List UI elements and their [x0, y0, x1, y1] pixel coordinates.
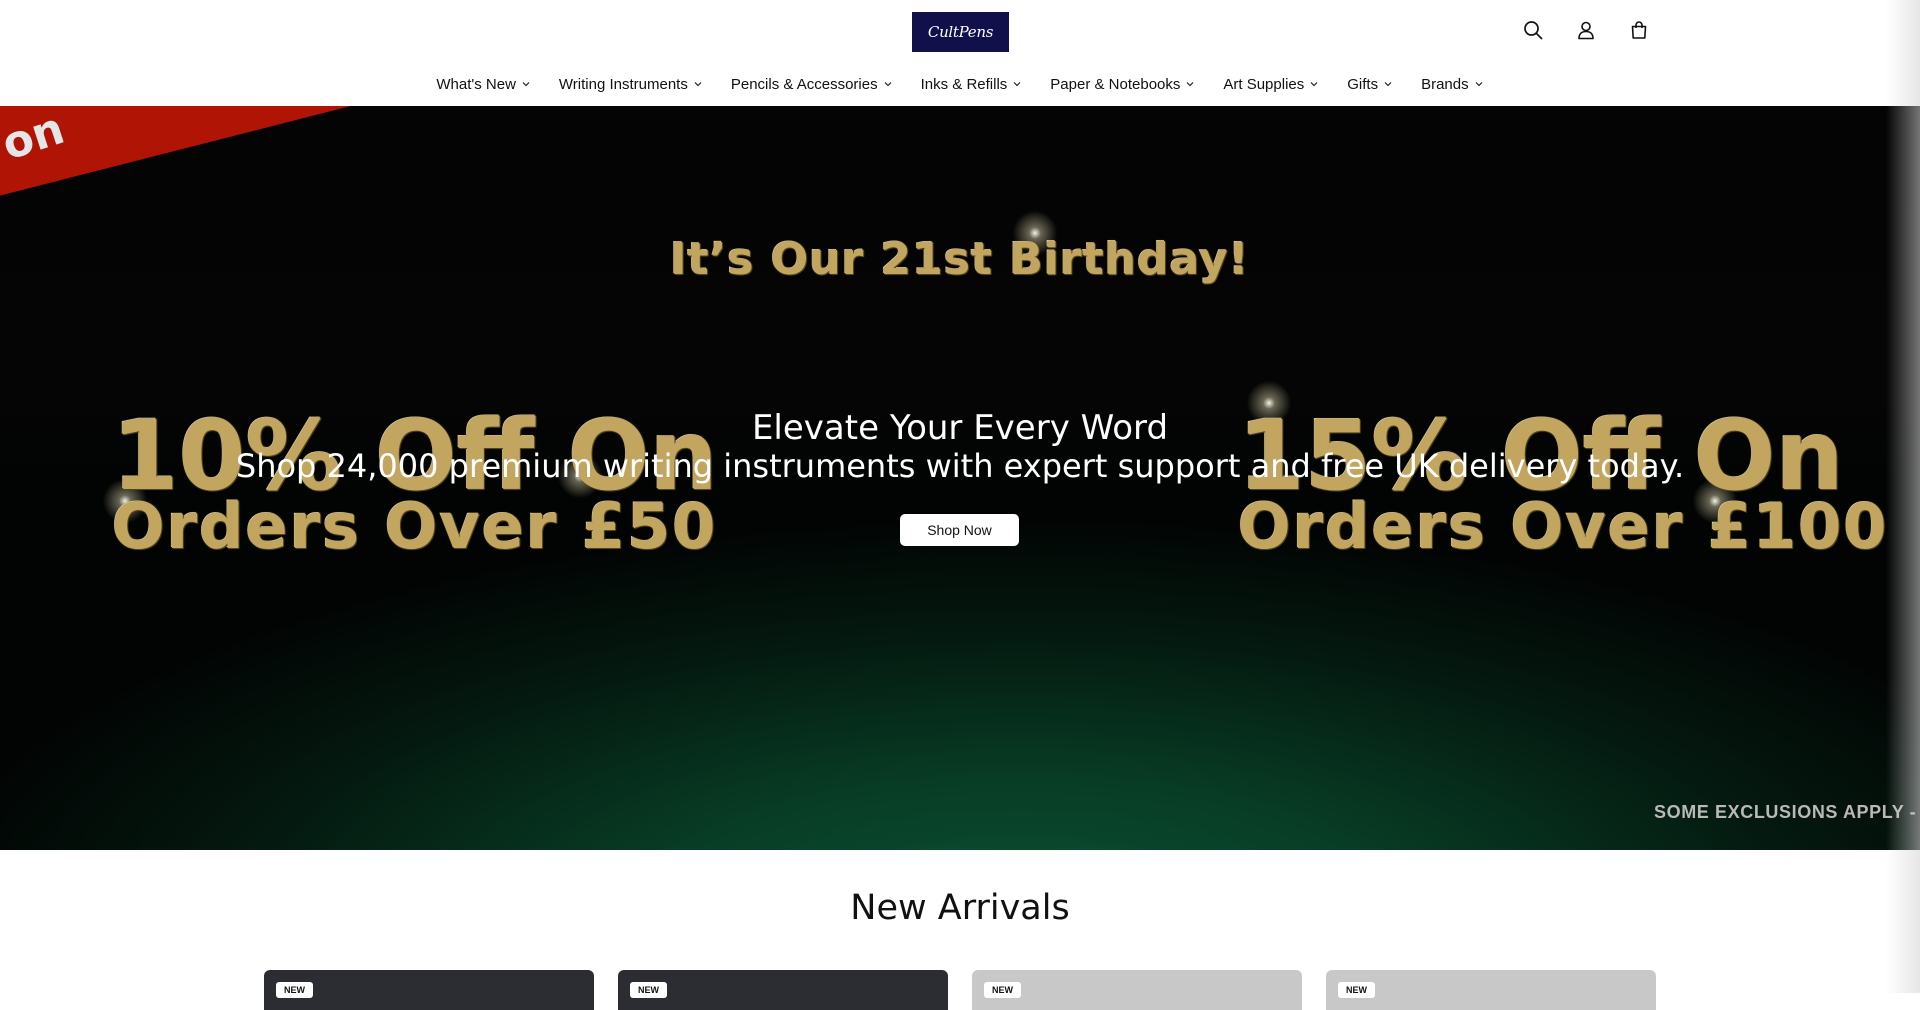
chevron-down-icon	[1012, 79, 1022, 89]
account-icon[interactable]	[1575, 19, 1597, 41]
nav-item-gifts[interactable]: Gifts	[1347, 76, 1393, 93]
nav-item-whats-new[interactable]: What's New	[436, 76, 531, 93]
product-card[interactable]: NEW	[618, 970, 948, 1010]
left-promo-line2: Orders Over £50	[112, 490, 718, 563]
hero-title: Elevate Your Every Word	[751, 408, 1169, 448]
birthday-heading: It’s Our 21st Birthday!	[670, 234, 1250, 285]
new-badge: NEW	[984, 982, 1021, 998]
chevron-down-icon	[693, 79, 703, 89]
nav-item-art-supplies[interactable]: Art Supplies	[1223, 76, 1319, 93]
chevron-down-icon	[1185, 79, 1195, 89]
chevron-down-icon	[521, 79, 531, 89]
nav-item-inks-refills[interactable]: Inks & Refills	[921, 76, 1023, 93]
nav-item-label: Inks & Refills	[920, 75, 1008, 93]
cart-icon[interactable]	[1628, 19, 1650, 41]
main-nav: What's New Writing Instruments Pencils &…	[0, 72, 1920, 96]
chevron-down-icon	[1309, 79, 1319, 89]
product-card-list: NEW NEW NEW NEW	[264, 970, 1656, 1010]
product-card[interactable]: NEW	[264, 970, 594, 1010]
nav-item-label: Art Supplies	[1223, 75, 1305, 93]
exclusions-note: SOME EXCLUSIONS APPLY -	[1654, 802, 1917, 822]
new-badge: NEW	[1338, 982, 1375, 998]
logo[interactable]: CultPens	[912, 12, 1009, 52]
nav-item-brands[interactable]: Brands	[1421, 76, 1484, 93]
new-badge: NEW	[630, 982, 667, 998]
right-promo-line2: Orders Over £100	[1238, 490, 1889, 563]
nav-item-paper-notebooks[interactable]: Paper & Notebooks	[1050, 76, 1195, 93]
chevron-down-icon	[1383, 79, 1393, 89]
new-arrivals-title: New Arrivals	[850, 888, 1070, 928]
nav-item-label: Pencils & Accessories	[730, 75, 878, 93]
header-icons	[1522, 19, 1650, 41]
shop-now-button[interactable]: Shop Now	[900, 514, 1019, 546]
nav-item-label: What's New	[436, 75, 516, 93]
site-header: CultPens What's New Writing Instruments …	[0, 0, 1920, 106]
nav-item-pencils-accessories[interactable]: Pencils & Accessories	[731, 76, 893, 93]
nav-item-label: Brands	[1421, 75, 1469, 93]
nav-item-writing-instruments[interactable]: Writing Instruments	[559, 76, 703, 93]
search-icon[interactable]	[1522, 19, 1544, 41]
hero-subtitle: Shop 24,000 premium writing instruments …	[235, 447, 1685, 485]
hero-banner[interactable]: on It’s Our 21st Birthday! 10% Off On Or…	[0, 106, 1920, 850]
new-badge: NEW	[276, 982, 313, 998]
chevron-down-icon	[883, 79, 893, 89]
product-card[interactable]: NEW	[972, 970, 1302, 1010]
nav-item-label: Paper & Notebooks	[1050, 75, 1181, 93]
nav-item-label: Writing Instruments	[558, 75, 688, 93]
product-card[interactable]: NEW	[1326, 970, 1656, 1010]
chevron-down-icon	[1474, 79, 1484, 89]
nav-item-label: Gifts	[1347, 75, 1379, 93]
